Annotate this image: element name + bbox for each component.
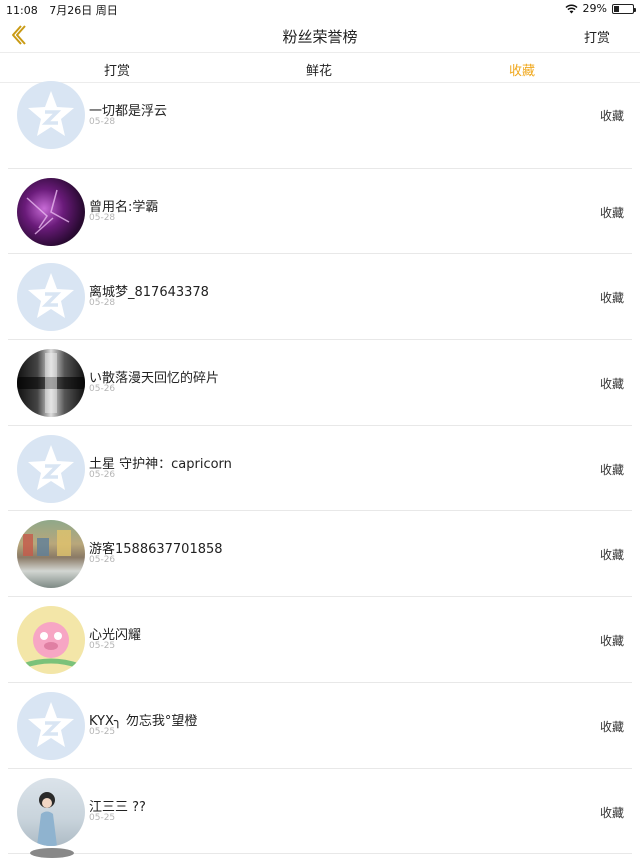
- fan-date: 05-26: [89, 384, 116, 395]
- tab-flowers[interactable]: 鲜花: [306, 60, 332, 79]
- dark-photo-avatar-icon: [17, 349, 85, 418]
- list-item[interactable]: 游客1588637701858 05-26 收藏: [8, 511, 632, 598]
- list-item[interactable]: 土星 守护神：capricorn 05-26 收藏: [8, 426, 632, 512]
- action-type: 收藏: [599, 634, 624, 649]
- action-type: 收藏: [599, 291, 624, 306]
- tab-favorites[interactable]: 收藏: [509, 60, 535, 79]
- default-avatar-icon: [17, 263, 85, 332]
- battery-percent: 29%: [582, 2, 607, 15]
- fan-date: 05-28: [89, 298, 116, 309]
- default-avatar-icon: [17, 434, 85, 503]
- action-type: 收藏: [599, 462, 624, 477]
- fan-date: 05-26: [89, 555, 116, 566]
- status-right: 29%: [565, 2, 636, 15]
- battery-fill: [614, 5, 620, 12]
- fan-date: 05-26: [89, 469, 116, 480]
- action-type: 收藏: [599, 109, 624, 123]
- action-type: 收藏: [599, 205, 624, 220]
- list-item[interactable]: 离城梦_817643378 05-28 收藏: [8, 254, 632, 341]
- status-left: 11:08 7月26日 周日: [6, 2, 126, 18]
- action-type: 收藏: [599, 377, 624, 392]
- fan-date: 05-28: [89, 117, 116, 127]
- action-type: 收藏: [599, 719, 624, 734]
- purple-abstract-avatar-icon: [17, 177, 85, 246]
- list-item[interactable]: KYX╮ 勿忘我°望橙 05-25 收藏: [8, 683, 632, 769]
- status-bar: 11:08 7月26日 周日 29%: [0, 0, 640, 18]
- fans-list: 一切都是浮云 05-28 收藏 曾用名:学霸 05-28 收藏 离城梦_8176…: [0, 81, 640, 855]
- list-item[interactable]: 曾用名:学霸 05-28 收藏: [8, 169, 632, 255]
- list-item[interactable]: 一切都是浮云 05-28 收藏: [8, 81, 632, 169]
- list-item[interactable]: 江三三 ?? 05-25 收藏: [8, 769, 632, 855]
- fan-date: 05-28: [89, 212, 116, 223]
- nav-bar: 粉丝荣誉榜 打赏: [0, 18, 640, 52]
- battery-icon: [612, 3, 636, 14]
- default-avatar-icon: [17, 81, 85, 149]
- wifi-icon: [565, 4, 578, 13]
- girl-photo-avatar-icon: [17, 777, 85, 846]
- status-date: 7月26日 周日: [49, 4, 118, 17]
- fan-date: 05-25: [89, 641, 116, 652]
- tab-bar: 打赏 鲜花 收藏: [0, 52, 640, 83]
- fan-date: 05-25: [89, 812, 116, 823]
- tab-tip[interactable]: 打赏: [104, 60, 130, 79]
- default-avatar-icon: [17, 691, 85, 760]
- status-time: 11:08: [6, 4, 38, 17]
- page-title: 粉丝荣誉榜: [282, 28, 358, 46]
- action-type: 收藏: [599, 805, 624, 820]
- cartoon-pig-avatar-icon: [17, 606, 85, 675]
- list-item[interactable]: い散落漫天回忆的碎片 05-26 收藏: [8, 340, 632, 426]
- tip-button[interactable]: 打赏: [584, 27, 610, 46]
- seaside-town-avatar-icon: [17, 520, 85, 589]
- action-type: 收藏: [599, 548, 624, 563]
- next-avatar-peek: [30, 848, 74, 858]
- fan-date: 05-25: [89, 726, 116, 737]
- list-item[interactable]: 心光闪耀 05-25 收藏: [8, 597, 632, 683]
